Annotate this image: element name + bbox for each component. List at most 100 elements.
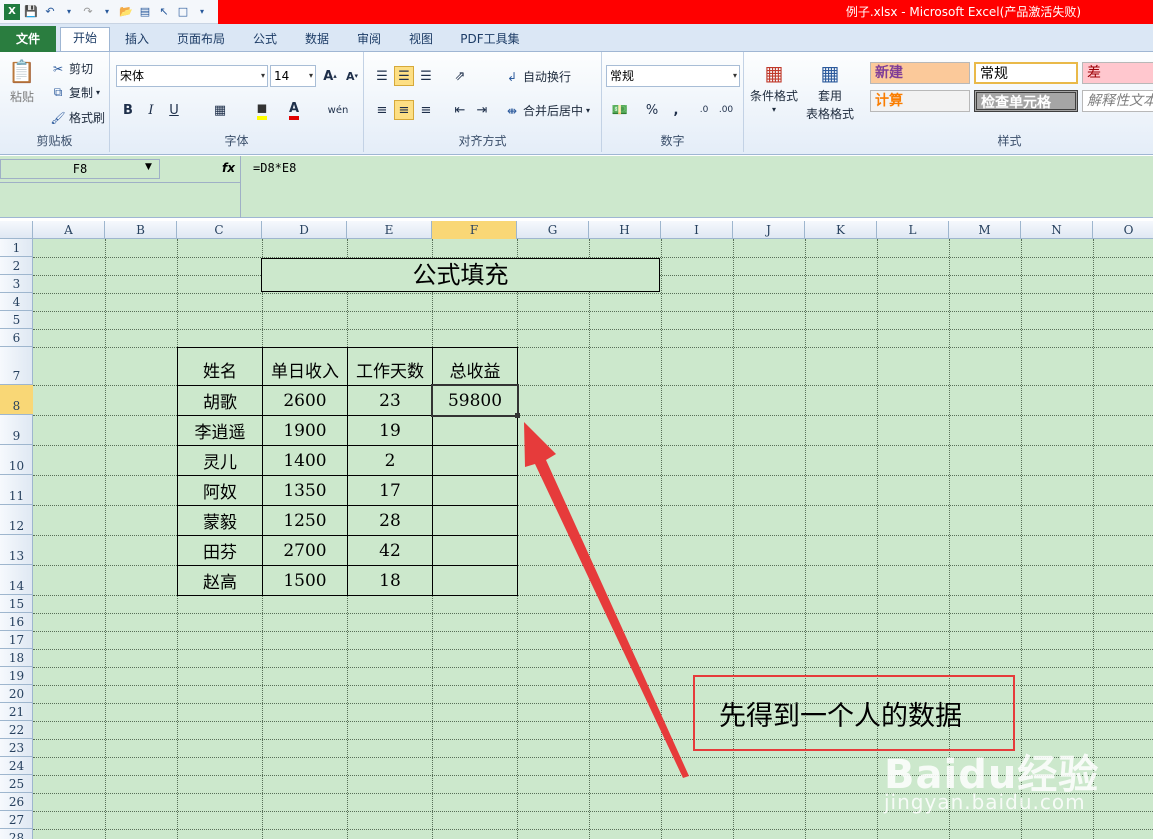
insert-function-icon[interactable]: fx: [222, 161, 235, 175]
format-painter-button[interactable]: 🖌 格式刷: [50, 109, 105, 126]
orientation-icon[interactable]: ⇗: [450, 66, 470, 86]
row-header-11[interactable]: 11: [0, 475, 33, 505]
table-cell[interactable]: 灵儿: [177, 445, 263, 476]
table-cell[interactable]: 1350: [262, 475, 348, 506]
pointer-icon[interactable]: ↖: [156, 4, 172, 20]
table-cell[interactable]: 1250: [262, 505, 348, 536]
row-header-27[interactable]: 27: [0, 811, 33, 829]
table-cell[interactable]: 2600: [262, 385, 348, 416]
tab-file[interactable]: 文件: [0, 26, 56, 52]
font-color-icon[interactable]: A: [284, 100, 304, 120]
table-header-cell[interactable]: 姓名: [177, 347, 263, 386]
decrease-indent-icon[interactable]: ⇤: [450, 100, 470, 120]
column-header-c[interactable]: C: [177, 221, 262, 239]
italic-icon[interactable]: I: [141, 100, 161, 120]
decrease-decimal-icon[interactable]: .00: [716, 100, 736, 120]
table-cell[interactable]: 2700: [262, 535, 348, 566]
column-header-o[interactable]: O: [1093, 221, 1153, 239]
row-header-13[interactable]: 13: [0, 535, 33, 565]
dropdown-icon[interactable]: ▾: [61, 4, 77, 20]
row-header-16[interactable]: 16: [0, 613, 33, 631]
row-header-14[interactable]: 14: [0, 565, 33, 595]
tab-page-layout[interactable]: 页面布局: [168, 29, 234, 51]
align-bottom-icon[interactable]: ☰: [416, 66, 436, 86]
column-header-j[interactable]: J: [733, 221, 805, 239]
shrink-font-icon[interactable]: A ▾: [342, 66, 362, 86]
row-header-3[interactable]: 3: [0, 275, 33, 293]
formula-input[interactable]: =D8*E8: [253, 161, 296, 175]
column-header-i[interactable]: I: [661, 221, 733, 239]
table-header-cell[interactable]: 单日收入: [262, 347, 348, 386]
align-top-icon[interactable]: ☰: [372, 66, 392, 86]
row-header-17[interactable]: 17: [0, 631, 33, 649]
row-header-19[interactable]: 19: [0, 667, 33, 685]
merge-center-button[interactable]: ⇼ 合并后居中 ▾: [504, 102, 590, 119]
align-left-icon[interactable]: ≡: [372, 100, 392, 120]
style-cell-new[interactable]: 新建: [870, 62, 970, 84]
fill-color-icon[interactable]: ◼: [252, 100, 272, 120]
align-middle-icon[interactable]: ☰: [394, 66, 414, 86]
wrap-text-button[interactable]: ↲ 自动换行: [504, 68, 571, 85]
align-right-icon[interactable]: ≡: [416, 100, 436, 120]
column-header-g[interactable]: G: [517, 221, 589, 239]
fill-handle[interactable]: [515, 413, 520, 418]
tab-data[interactable]: 数据: [298, 29, 336, 51]
bold-icon[interactable]: B: [118, 100, 138, 120]
table-cell[interactable]: 2: [347, 445, 433, 476]
row-header-12[interactable]: 12: [0, 505, 33, 535]
row-header-9[interactable]: 9: [0, 415, 33, 445]
style-cell-normal[interactable]: 常规: [974, 62, 1078, 84]
column-header-d[interactable]: D: [262, 221, 347, 239]
table-cell[interactable]: 田芬: [177, 535, 263, 566]
table-cell[interactable]: 17: [347, 475, 433, 506]
row-header-18[interactable]: 18: [0, 649, 33, 667]
number-format-select[interactable]: 常规 ▾: [606, 65, 740, 87]
save-icon[interactable]: 💾: [23, 4, 39, 20]
chevron-down-icon[interactable]: ▼: [145, 162, 152, 172]
grow-font-icon[interactable]: A ▴: [320, 66, 340, 86]
column-header-e[interactable]: E: [347, 221, 432, 239]
table-cell[interactable]: 23: [347, 385, 433, 416]
redo-icon[interactable]: ↷: [80, 4, 96, 20]
table-cell[interactable]: 1500: [262, 565, 348, 596]
tab-view[interactable]: 视图: [402, 29, 440, 51]
table-cell[interactable]: 28: [347, 505, 433, 536]
table-cell[interactable]: 18: [347, 565, 433, 596]
style-cell-calc[interactable]: 计算: [870, 90, 970, 112]
column-header-a[interactable]: A: [33, 221, 105, 239]
customize-qat-icon[interactable]: ▾: [194, 4, 210, 20]
copy-button[interactable]: ⧉ 复制 ▾: [50, 84, 100, 101]
tab-insert[interactable]: 插入: [114, 29, 160, 51]
table-cell[interactable]: [432, 505, 518, 536]
currency-icon[interactable]: 💵: [610, 100, 630, 120]
row-header-21[interactable]: 21: [0, 703, 33, 721]
paste-button[interactable]: 📋 粘贴: [8, 58, 36, 105]
column-header-l[interactable]: L: [877, 221, 949, 239]
row-header-23[interactable]: 23: [0, 739, 33, 757]
tab-review[interactable]: 审阅: [350, 29, 388, 51]
table-cell[interactable]: [432, 565, 518, 596]
tab-formulas[interactable]: 公式: [246, 29, 284, 51]
style-cell-bad[interactable]: 差: [1082, 62, 1153, 84]
table-cell[interactable]: 42: [347, 535, 433, 566]
chart-icon[interactable]: ▤: [137, 4, 153, 20]
column-header-n[interactable]: N: [1021, 221, 1093, 239]
underline-icon[interactable]: U: [164, 100, 184, 120]
row-header-5[interactable]: 5: [0, 311, 33, 329]
tab-pdf-tools[interactable]: PDF工具集: [454, 29, 526, 51]
conditional-format-button[interactable]: ▦ 条件格式 ▾: [750, 60, 798, 114]
row-header-10[interactable]: 10: [0, 445, 33, 475]
row-header-8[interactable]: 8: [0, 385, 33, 415]
borders-icon[interactable]: ▦: [210, 100, 230, 120]
open-folder-icon[interactable]: 📂: [118, 4, 134, 20]
table-cell[interactable]: 59800: [432, 385, 518, 416]
table-cell[interactable]: 1400: [262, 445, 348, 476]
increase-indent-icon[interactable]: ⇥: [472, 100, 492, 120]
row-header-7[interactable]: 7: [0, 347, 33, 385]
table-cell[interactable]: 赵高: [177, 565, 263, 596]
style-cell-explanatory[interactable]: 解释性文本: [1082, 90, 1153, 112]
comma-icon[interactable]: ,: [666, 100, 686, 120]
row-header-2[interactable]: 2: [0, 257, 33, 275]
font-size-select[interactable]: 14 ▾: [270, 65, 316, 87]
row-header-20[interactable]: 20: [0, 685, 33, 703]
